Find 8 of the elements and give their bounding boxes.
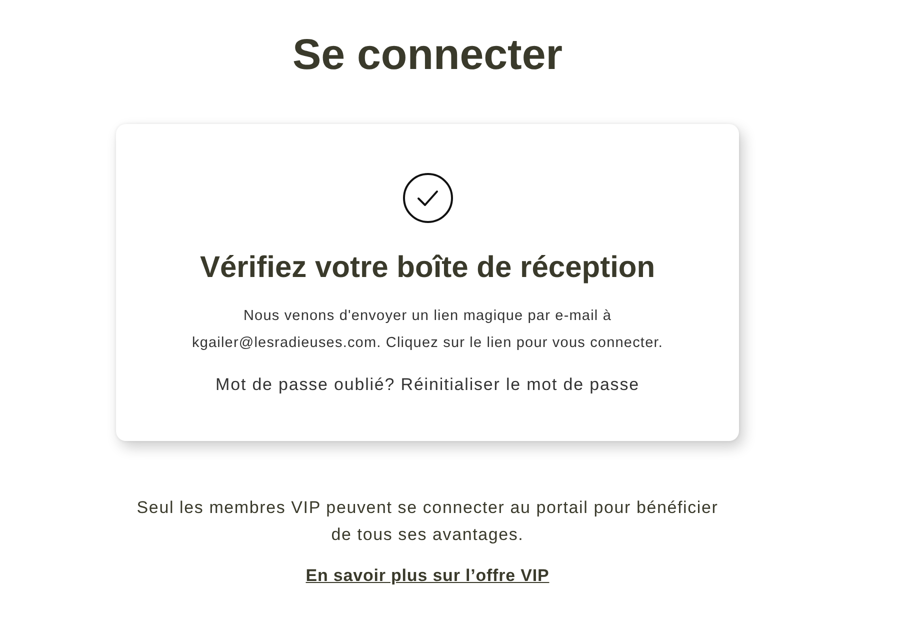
confirmation-message: Nous venons d'envoyer un lien magique par e-mail à kgailer@lesradieuses.com. Cliquez sur le lien pour vous connecter. (190, 307, 664, 353)
card-heading: Vérifiez votre boîte de réception (200, 250, 656, 286)
vip-offer-link[interactable]: En savoir plus sur l’offre VIP (306, 564, 550, 588)
vip-info-text: Seul les membres VIP peuvent se connecter au portail pour bénéficier de tous ses avantages. (136, 497, 720, 546)
forgot-password-text: Mot de passe oublié? Réinitialiser le mot de passe (216, 374, 640, 396)
reset-password-link[interactable]: Réinitialiser le mot de passe (400, 375, 640, 394)
check-circle-icon (402, 173, 452, 223)
page-title: Se connecter (292, 30, 563, 80)
